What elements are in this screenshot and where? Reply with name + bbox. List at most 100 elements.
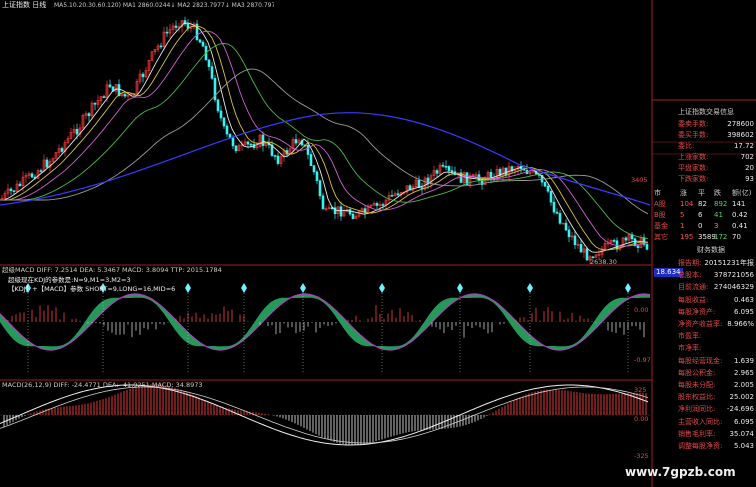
candle-body bbox=[579, 244, 583, 253]
window-title: 上证指数 日线 bbox=[2, 1, 47, 9]
finance-row-value: 35.074 bbox=[729, 429, 755, 438]
ma-line-10 bbox=[0, 25, 649, 251]
finance-row-value: 5.043 bbox=[733, 442, 754, 450]
candle-body bbox=[93, 102, 97, 105]
finance-row-label: 主营收入同比: bbox=[678, 417, 723, 426]
candle-body bbox=[273, 155, 277, 157]
trade-info-row-label: 下跌家数: bbox=[678, 175, 709, 183]
trade-info-row-value: 93 bbox=[745, 175, 754, 183]
candle-body bbox=[390, 195, 394, 197]
tab-finance[interactable]: 财务数据 bbox=[697, 246, 725, 255]
market-table-cell: 141 bbox=[732, 200, 746, 208]
candle-body bbox=[474, 174, 478, 177]
finance-row-label: 报告期: bbox=[678, 259, 702, 267]
finance-row-value: 8.966% bbox=[727, 320, 754, 328]
finance-row: 目前流通: 274046329 bbox=[652, 281, 756, 293]
candle-body bbox=[351, 213, 355, 219]
candle-body bbox=[216, 99, 220, 112]
candle-body bbox=[348, 209, 352, 215]
candle-body bbox=[165, 31, 169, 34]
kdj-fill bbox=[0, 294, 650, 350]
candle-body bbox=[219, 110, 223, 119]
candle-body bbox=[123, 93, 127, 97]
candle-body bbox=[159, 45, 163, 48]
finance-row: 每股经营现金: 1.639 bbox=[652, 355, 756, 367]
finance-row-value: -24.696 bbox=[726, 405, 754, 414]
candle-body bbox=[321, 195, 325, 210]
candle-body bbox=[573, 235, 577, 245]
finance-row-value: 274046329 bbox=[713, 283, 754, 292]
finance-row-label: 股东权益比: bbox=[678, 393, 716, 402]
indicator-line2: 【KDJ】+【MACD】参数 SHORT=9,LONG=16,MID=6 bbox=[8, 285, 176, 293]
finance-row-label: 市净率: bbox=[678, 344, 702, 353]
finance-row-label: 目前流通: bbox=[678, 283, 709, 292]
market-table-cell: 0.41 bbox=[732, 222, 748, 230]
finance-row: 市盈率: bbox=[652, 330, 756, 342]
candle-body bbox=[546, 185, 550, 192]
candle-body bbox=[30, 173, 34, 178]
market-table-cell: 1 bbox=[680, 222, 685, 230]
market-table-header: 市 bbox=[654, 189, 661, 197]
market-table-cell: 0.42 bbox=[732, 211, 748, 219]
finance-row: 每股收益: 0.463 bbox=[652, 294, 756, 306]
finance-row-value: 6.095 bbox=[733, 417, 754, 426]
macd-header: MACD(26,12,9) DIFF: -24.4771 DEA: -41.92… bbox=[2, 381, 203, 389]
candle-body bbox=[309, 154, 313, 167]
signal-marker bbox=[625, 283, 631, 293]
candle-body bbox=[549, 190, 553, 203]
candle-body bbox=[234, 145, 238, 152]
candle-body bbox=[198, 39, 202, 43]
finance-row-label: 总股本: bbox=[678, 271, 702, 280]
signal-marker bbox=[457, 283, 463, 293]
market-table-cell: 6 bbox=[698, 211, 703, 219]
candle-body bbox=[294, 139, 298, 144]
market-table-cell: 5 bbox=[680, 211, 685, 219]
market-table-cell: B股 bbox=[654, 211, 666, 219]
candle-body bbox=[45, 159, 49, 168]
candle-body bbox=[12, 190, 16, 192]
candle-body bbox=[201, 41, 205, 47]
market-table-cell: 其它 bbox=[654, 233, 668, 241]
ma-line-20 bbox=[0, 30, 649, 247]
macd-scale-0: 325 bbox=[634, 386, 647, 394]
ma-legend: MA5.10.20.30.60.120) MA1 2860.0244↓ MA2 … bbox=[54, 2, 274, 9]
finance-row: 主营收入同比: 6.095 bbox=[652, 416, 756, 428]
sidebar-header: 上证指数交易信息 bbox=[678, 108, 734, 116]
candle-body bbox=[447, 166, 451, 171]
watermark: www.7gpzb.com bbox=[625, 465, 736, 479]
market-table-cell: 70 bbox=[732, 233, 741, 241]
finance-row-value: 0.463 bbox=[733, 295, 754, 304]
candle-body bbox=[339, 206, 343, 217]
chart-canvas[interactable] bbox=[0, 0, 756, 487]
finance-row-label: 每股净资产: bbox=[678, 307, 716, 316]
candle-body bbox=[225, 125, 229, 135]
finance-row: 每股净资产: 6.095 bbox=[652, 306, 756, 318]
candle-body bbox=[306, 144, 310, 155]
candle-body bbox=[276, 155, 280, 164]
finance-row-label: 市盈率: bbox=[678, 332, 702, 341]
candle-body bbox=[396, 193, 400, 196]
candle-body bbox=[444, 165, 448, 168]
candle-body bbox=[504, 167, 508, 176]
finance-row: 报告期: 20151231年报 bbox=[652, 257, 756, 269]
finance-row-value: 2.005 bbox=[733, 381, 754, 389]
finance-row-label: 销售毛利率: bbox=[678, 429, 716, 438]
finance-row: 净资产收益率: 8.966% bbox=[652, 318, 756, 330]
candle-body bbox=[318, 180, 322, 197]
finance-row: 每股未分配: 2.005 bbox=[652, 379, 756, 391]
candle-body bbox=[261, 134, 265, 146]
finance-row-label: 每股经营现金: bbox=[678, 356, 723, 365]
market-table-header: 额(亿) bbox=[732, 189, 752, 197]
candle-body bbox=[222, 117, 226, 127]
candle-body bbox=[102, 96, 106, 99]
candle-body bbox=[231, 137, 235, 147]
market-table-header: 涨 bbox=[680, 189, 687, 197]
finance-row-value: 6.095 bbox=[733, 307, 754, 316]
finance-row: 总股本: 378721056 bbox=[652, 269, 756, 281]
candle-body bbox=[612, 240, 616, 242]
candle-body bbox=[312, 165, 316, 173]
signal-marker bbox=[185, 283, 191, 293]
market-table-cell: 195 bbox=[680, 233, 694, 241]
finance-row: 销售毛利率: 35.074 bbox=[652, 428, 756, 440]
info-sidebar: 上证指数交易信息 委卖手数: 278600 委买手数: 398602 委比: 17.72 上… bbox=[652, 100, 756, 487]
